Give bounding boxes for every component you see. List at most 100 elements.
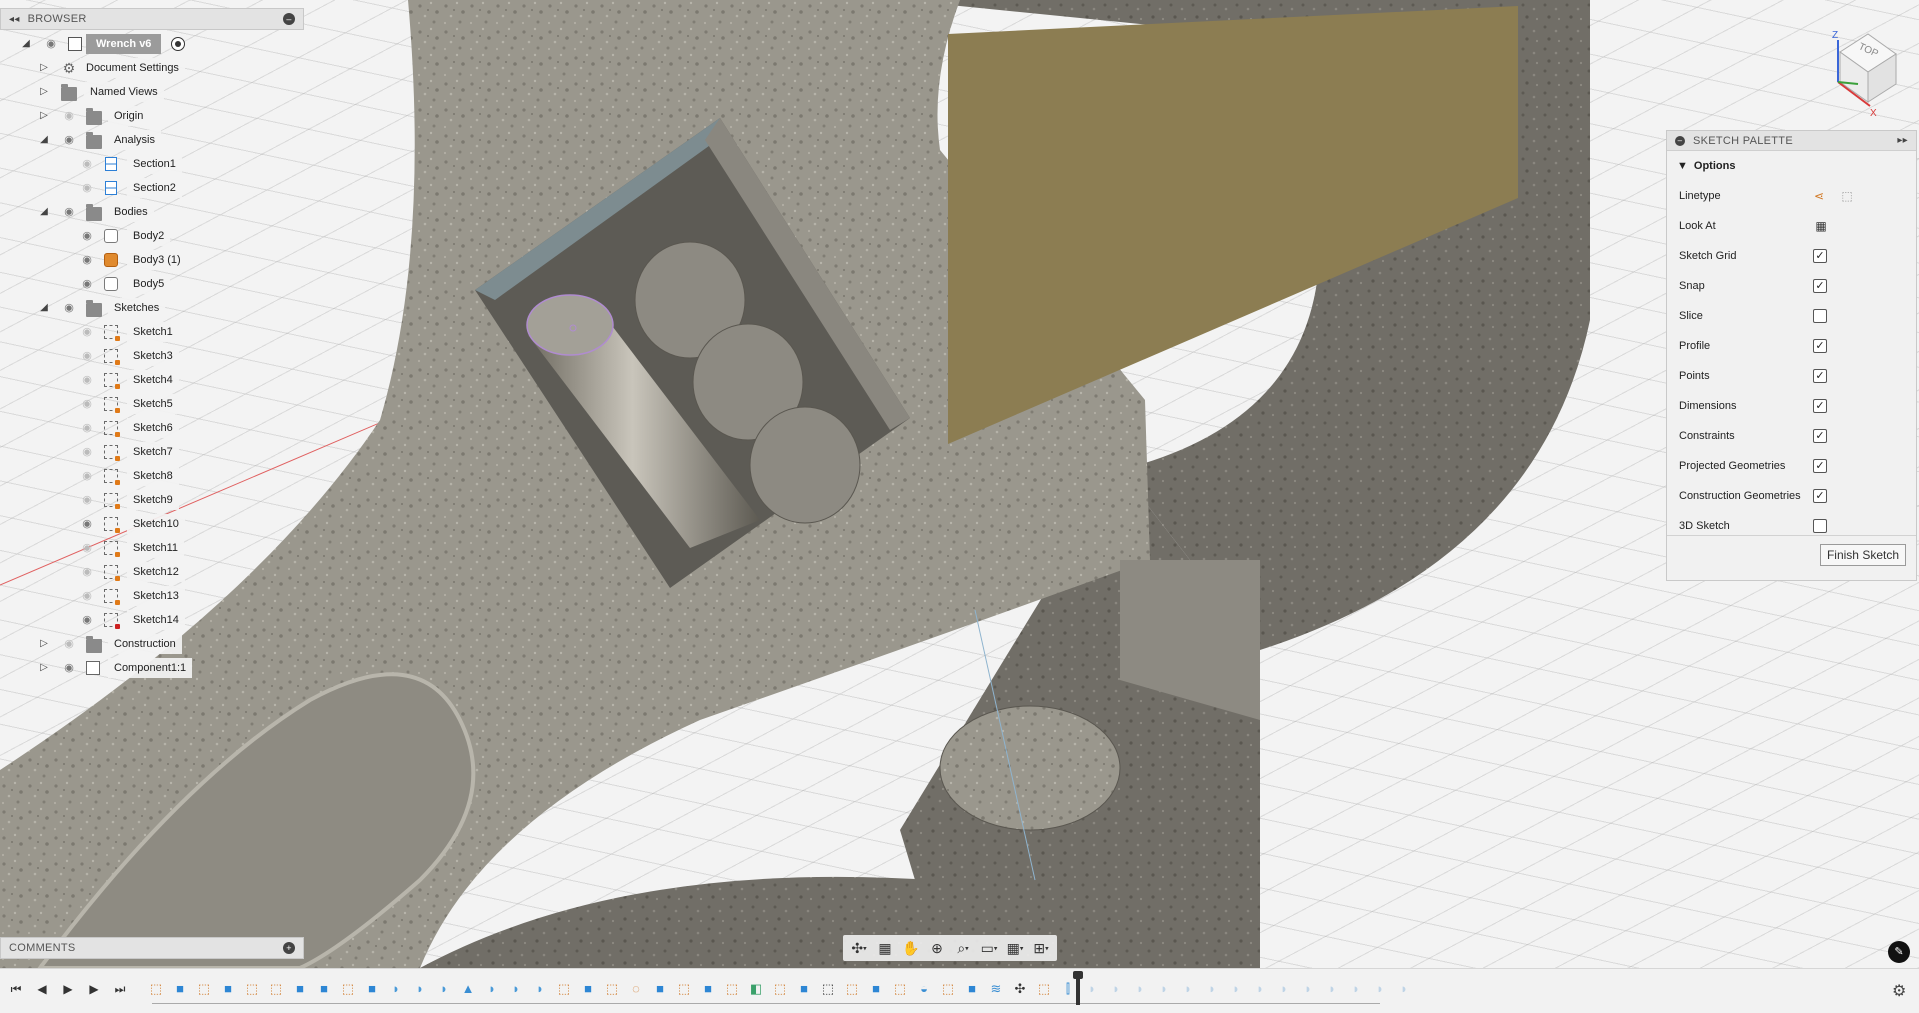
collapse-triangle-icon[interactable]: ◢ bbox=[38, 206, 50, 218]
timeline-fillet-icon[interactable]: ◗ bbox=[410, 979, 430, 999]
timeline-fillet-icon[interactable]: ◗ bbox=[482, 979, 502, 999]
collapse-triangle-icon[interactable]: ◢ bbox=[38, 302, 50, 314]
tree-item-sketch10[interactable]: ◉ Sketch10 bbox=[0, 512, 304, 536]
timeline-fillet-icon[interactable]: ◗ bbox=[506, 979, 526, 999]
timeline-fillet-icon[interactable]: ◗ bbox=[530, 979, 550, 999]
orbit-icon[interactable]: ✣▾ bbox=[847, 937, 871, 959]
snap-checkbox[interactable]: ✓ bbox=[1813, 279, 1827, 293]
timeline-sketch-icon[interactable]: ⬚ bbox=[266, 979, 286, 999]
timeline-sketch-icon[interactable]: ⬚ bbox=[242, 979, 262, 999]
expand-triangle-icon[interactable]: ▷ bbox=[38, 86, 50, 98]
tree-item-document-settings[interactable]: ▷ ⚙ Document Settings bbox=[0, 56, 304, 80]
tree-item-sketch14[interactable]: ◉ Sketch14 bbox=[0, 608, 304, 632]
visibility-eye-icon[interactable]: ◉ bbox=[80, 567, 94, 578]
timeline-extrude-icon[interactable]: ■ bbox=[362, 979, 382, 999]
view-cube[interactable]: TOP Z X bbox=[1810, 24, 1910, 124]
timeline-suppressed-feature-icon[interactable]: ◗ bbox=[1202, 979, 1222, 999]
visibility-eye-icon[interactable]: ◉ bbox=[80, 471, 94, 482]
step-forward-icon[interactable]: ▶ bbox=[86, 981, 102, 997]
graphics-viewport[interactable]: ◂◂ BROWSER – ◢ ◉ Wrench v6 ▷ ⚙ Document … bbox=[0, 0, 1919, 968]
visibility-eye-icon[interactable]: ◉ bbox=[80, 495, 94, 506]
tree-item-section2[interactable]: ◉ Section2 bbox=[0, 176, 304, 200]
visibility-eye-icon[interactable]: ◉ bbox=[80, 543, 94, 554]
timeline-sketch-icon[interactable]: ⬚ bbox=[890, 979, 910, 999]
visibility-eye-icon[interactable]: ◉ bbox=[80, 183, 94, 194]
tree-item-component1[interactable]: ▷ ◉ Component1:1 bbox=[0, 656, 304, 680]
chat-help-icon[interactable]: ✎ bbox=[1888, 941, 1910, 963]
tree-item-bodies[interactable]: ◢ ◉ Bodies bbox=[0, 200, 304, 224]
timeline-sketch-icon[interactable]: ⬚ bbox=[674, 979, 694, 999]
tree-item-sketch4[interactable]: ◉ Sketch4 bbox=[0, 368, 304, 392]
tree-item-sketch3[interactable]: ◉ Sketch3 bbox=[0, 344, 304, 368]
collapse-panel-icon[interactable]: ◂◂ bbox=[9, 14, 20, 25]
visibility-eye-icon[interactable]: ◉ bbox=[80, 375, 94, 386]
expand-triangle-icon[interactable]: ▷ bbox=[38, 638, 50, 650]
tree-item-sketch7[interactable]: ◉ Sketch7 bbox=[0, 440, 304, 464]
tree-item-named-views[interactable]: ▷ Named Views bbox=[0, 80, 304, 104]
view-cube-graphic[interactable] bbox=[1810, 24, 1910, 124]
timeline-move-icon[interactable]: ✣ bbox=[1010, 979, 1030, 999]
visibility-eye-icon[interactable]: ◉ bbox=[80, 399, 94, 410]
timeline-sketch-icon[interactable]: ⬚ bbox=[338, 979, 358, 999]
play-icon[interactable]: ▶ bbox=[60, 981, 76, 997]
timeline-suppressed-feature-icon[interactable]: ◗ bbox=[1226, 979, 1246, 999]
collapse-triangle-icon[interactable]: ▼ bbox=[1677, 160, 1688, 172]
comments-header[interactable]: COMMENTS + bbox=[0, 937, 304, 959]
expand-triangle-icon[interactable]: ▷ bbox=[38, 110, 50, 122]
tree-item-sketch8[interactable]: ◉ Sketch8 bbox=[0, 464, 304, 488]
tree-root[interactable]: ◢ ◉ Wrench v6 bbox=[0, 32, 304, 56]
timeline-sketch-icon[interactable]: ⬚ bbox=[146, 979, 166, 999]
timeline-extrude-icon[interactable]: ■ bbox=[794, 979, 814, 999]
tree-item-construction[interactable]: ▷ ◉ Construction bbox=[0, 632, 304, 656]
visibility-eye-icon[interactable]: ◉ bbox=[80, 615, 94, 626]
fit-zoom-icon[interactable]: ⌕▾ bbox=[951, 937, 975, 959]
tree-item-origin[interactable]: ▷ ◉ Origin bbox=[0, 104, 304, 128]
timeline-fillet-icon[interactable]: ◗ bbox=[386, 979, 406, 999]
collapse-triangle-icon[interactable]: ◢ bbox=[20, 38, 32, 50]
tree-item-analysis[interactable]: ◢ ◉ Analysis bbox=[0, 128, 304, 152]
timeline-sketch-icon[interactable]: ⬚ bbox=[194, 979, 214, 999]
visibility-eye-icon[interactable]: ◉ bbox=[62, 207, 76, 218]
zoom-icon[interactable]: ⊕ bbox=[925, 937, 949, 959]
timeline-sketch-icon[interactable]: ⬚ bbox=[554, 979, 574, 999]
timeline-sketch-icon[interactable]: ◌ bbox=[626, 979, 646, 999]
visibility-eye-icon[interactable]: ◉ bbox=[62, 303, 76, 314]
timeline-extrude-icon[interactable]: ■ bbox=[866, 979, 886, 999]
timeline-revolve-icon[interactable]: ◒ bbox=[914, 979, 934, 999]
timeline-suppressed-feature-icon[interactable]: ◗ bbox=[1322, 979, 1342, 999]
timeline-move-icon[interactable]: ⬚ bbox=[818, 979, 838, 999]
visibility-eye-icon[interactable]: ◉ bbox=[44, 39, 58, 50]
timeline-suppressed-feature-icon[interactable]: ◗ bbox=[1178, 979, 1198, 999]
timeline-coil-icon[interactable]: ≋ bbox=[986, 979, 1006, 999]
tree-item-sketches[interactable]: ◢ ◉ Sketches bbox=[0, 296, 304, 320]
dimensions-checkbox[interactable]: ✓ bbox=[1813, 399, 1827, 413]
minimize-panel-icon[interactable]: – bbox=[283, 13, 295, 25]
timeline-suppressed-feature-icon[interactable]: ◗ bbox=[1298, 979, 1318, 999]
timeline-extrude-icon[interactable]: ■ bbox=[218, 979, 238, 999]
timeline-suppressed-feature-icon[interactable]: ◗ bbox=[1250, 979, 1270, 999]
constraints-checkbox[interactable]: ✓ bbox=[1813, 429, 1827, 443]
visibility-eye-icon[interactable]: ◉ bbox=[80, 255, 94, 266]
projected-geometries-checkbox[interactable]: ✓ bbox=[1813, 459, 1827, 473]
tree-item-sketch11[interactable]: ◉ Sketch11 bbox=[0, 536, 304, 560]
timeline-extrude-icon[interactable]: ■ bbox=[650, 979, 670, 999]
root-component-label[interactable]: Wrench v6 bbox=[86, 34, 162, 54]
go-to-end-icon[interactable]: ⏭ bbox=[112, 981, 128, 997]
tree-item-sketch1[interactable]: ◉ Sketch1 bbox=[0, 320, 304, 344]
timeline-suppressed-feature-icon[interactable]: ◗ bbox=[1154, 979, 1174, 999]
palette-minimize-icon[interactable]: – bbox=[1675, 135, 1685, 146]
display-settings-icon[interactable]: ▭▾ bbox=[977, 937, 1001, 959]
tree-item-sketch6[interactable]: ◉ Sketch6 bbox=[0, 416, 304, 440]
visibility-eye-icon[interactable]: ◉ bbox=[80, 423, 94, 434]
3d-sketch-checkbox[interactable] bbox=[1813, 519, 1827, 533]
timeline-extrude-icon[interactable]: ■ bbox=[290, 979, 310, 999]
options-section-header[interactable]: ▼ Options bbox=[1667, 151, 1916, 181]
tree-item-body2[interactable]: ◉ Body2 bbox=[0, 224, 304, 248]
expand-triangle-icon[interactable]: ▷ bbox=[38, 62, 50, 74]
timeline-sketch-icon[interactable]: ⬚ bbox=[938, 979, 958, 999]
timeline-sketch-icon[interactable]: ⬚ bbox=[722, 979, 742, 999]
visibility-eye-icon[interactable]: ◉ bbox=[80, 279, 94, 290]
visibility-eye-icon[interactable]: ◉ bbox=[80, 591, 94, 602]
timeline-extrude-icon[interactable]: ■ bbox=[578, 979, 598, 999]
add-comment-icon[interactable]: + bbox=[283, 942, 295, 954]
